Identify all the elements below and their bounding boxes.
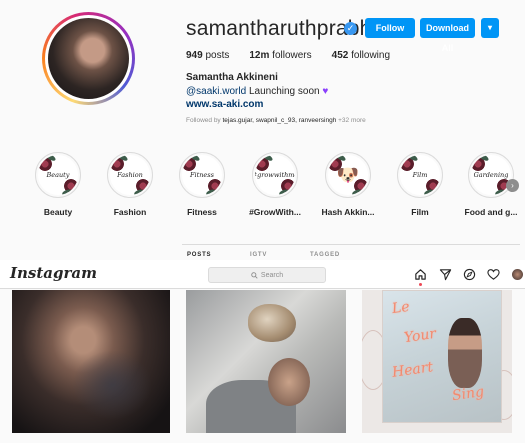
highlight-fashion[interactable]: Fashion Fashion [101, 152, 159, 217]
profile-bio: @saaki.world Launching soon ♥ [186, 86, 332, 97]
post-thumbnail[interactable] [12, 290, 170, 433]
highlight-beauty[interactable]: Beauty Beauty [29, 152, 87, 217]
highlight-cover: Beauty [35, 152, 81, 198]
followed-by: Followed by tejas.gujar, swapnil_c_93, r… [186, 117, 366, 124]
chevron-right-icon[interactable]: › [506, 179, 519, 192]
heart-icon[interactable] [487, 268, 500, 281]
tabs-divider [182, 244, 520, 245]
avatar-inner [45, 15, 132, 102]
highlight-growwithme[interactable]: #growwithme #GrowWith... [246, 152, 304, 217]
verified-badge-icon: ✓ [344, 22, 357, 35]
top-nav-bar: Instagram Search [0, 260, 525, 289]
dog-icon: 🐶 [336, 164, 360, 185]
highlight-fitness[interactable]: Fitness Fitness [173, 152, 231, 217]
neon-text: Le [390, 298, 411, 318]
profile-website-link[interactable]: www.sa-aki.com [186, 99, 263, 110]
user-avatar[interactable] [512, 269, 523, 280]
highlight-film[interactable]: Film Film [391, 152, 449, 217]
instagram-profile-page: samantharuthprabhu... ✓ Follow Download … [0, 0, 525, 443]
post-image-dog [248, 304, 296, 342]
highlight-label: Beauty [43, 207, 73, 217]
home-icon[interactable] [414, 268, 427, 281]
post-image-face [268, 358, 310, 406]
search-icon [251, 271, 258, 279]
download-all-button[interactable]: Download All [420, 18, 475, 53]
followers-count[interactable]: 12m followers [249, 50, 311, 61]
following-count[interactable]: 452 following [332, 50, 390, 61]
profile-full-name: Samantha Akkineni [186, 72, 278, 83]
search-input[interactable]: Search [208, 267, 326, 283]
tab-posts[interactable]: POSTS [187, 252, 211, 258]
highlight-cover: #growwithme [252, 152, 298, 198]
profile-stats: 949 posts 12m followers 452 following [186, 50, 390, 61]
highlight-label: Fashion [113, 207, 147, 217]
bio-handle-link[interactable]: @saaki.world [186, 86, 246, 97]
highlight-label: Fitness [187, 207, 217, 217]
tab-igtv[interactable]: IGTV [250, 252, 267, 258]
highlight-label: #GrowWith... [249, 207, 301, 217]
tab-tagged[interactable]: TAGGED [310, 252, 340, 258]
instagram-logo[interactable]: Instagram [10, 264, 97, 282]
highlight-cover: 🐶 [325, 152, 371, 198]
post-thumbnail[interactable]: Le Your Heart Sing [362, 290, 512, 433]
more-options-button[interactable]: ▾ [481, 18, 499, 38]
highlight-cover: Gardening [468, 152, 514, 198]
explore-icon[interactable] [463, 268, 476, 281]
highlight-cover: Fitness [179, 152, 225, 198]
highlight-cover: Fashion [107, 152, 153, 198]
highlight-label: Hash Akkin... [321, 207, 375, 217]
bio-text: Launching soon [246, 86, 323, 97]
follow-button[interactable]: Follow [365, 18, 415, 38]
highlight-cover: Film [397, 152, 443, 198]
highlight-hash-akkineni[interactable]: 🐶 Hash Akkin... [319, 152, 377, 217]
search-placeholder: Search [260, 271, 284, 279]
notification-dot [419, 283, 422, 286]
avatar-photo [48, 18, 129, 99]
highlight-label: Film [411, 207, 429, 217]
purple-heart-icon: ♥ [322, 86, 329, 97]
direct-message-icon[interactable] [439, 268, 452, 281]
followed-by-names[interactable]: tejas.gujar, swapnil_c_93, ranveersingh [223, 117, 337, 124]
posts-count: 949 posts [186, 50, 230, 61]
profile-avatar[interactable] [42, 12, 135, 105]
post-thumbnail[interactable] [186, 290, 346, 433]
post-image-person [448, 318, 482, 388]
highlight-label: Food and g... [464, 207, 518, 217]
